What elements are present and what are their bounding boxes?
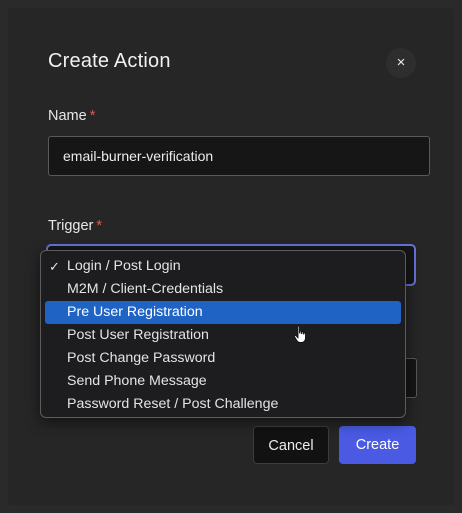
option-label: Send Phone Message (67, 373, 207, 389)
option-label: Post Change Password (67, 350, 216, 366)
required-asterisk: * (89, 108, 96, 124)
trigger-option-post-user-registration[interactable]: Post User Registration (45, 324, 401, 347)
dialog-title: Create Action (48, 50, 171, 72)
cancel-button[interactable]: Cancel (253, 426, 329, 464)
trigger-option-post-change-password[interactable]: Post Change Password (45, 347, 401, 370)
name-label: Name * (48, 108, 95, 124)
option-label: Login / Post Login (67, 258, 181, 274)
option-label: Password Reset / Post Challenge (67, 396, 279, 412)
close-button[interactable]: × (386, 48, 416, 78)
option-label: Pre User Registration (67, 304, 203, 320)
trigger-option-m2m-client-credentials[interactable]: M2M / Client-Credentials (45, 278, 401, 301)
trigger-label: Trigger * (48, 218, 102, 234)
create-button[interactable]: Create (339, 426, 416, 464)
hand-pointer-cursor-icon (293, 325, 306, 343)
trigger-option-password-reset-post-challenge[interactable]: Password Reset / Post Challenge (45, 393, 401, 416)
trigger-option-pre-user-registration[interactable]: Pre User Registration (45, 301, 401, 324)
trigger-option-send-phone-message[interactable]: Send Phone Message (45, 370, 401, 393)
trigger-option-login-post-login[interactable]: ✓ Login / Post Login (45, 255, 401, 278)
name-label-text: Name (48, 108, 87, 124)
option-label: M2M / Client-Credentials (67, 281, 224, 297)
trigger-label-text: Trigger (48, 218, 94, 234)
option-label: Post User Registration (67, 327, 209, 343)
name-input[interactable]: email-burner-verification (48, 136, 430, 176)
required-asterisk: * (96, 218, 103, 234)
create-action-dialog: Create Action × Name * email-burner-verif… (8, 8, 454, 505)
trigger-dropdown-menu: ✓ Login / Post Login M2M / Client-Creden… (40, 250, 406, 418)
close-icon: × (396, 54, 406, 71)
checkmark-icon: ✓ (49, 259, 60, 274)
